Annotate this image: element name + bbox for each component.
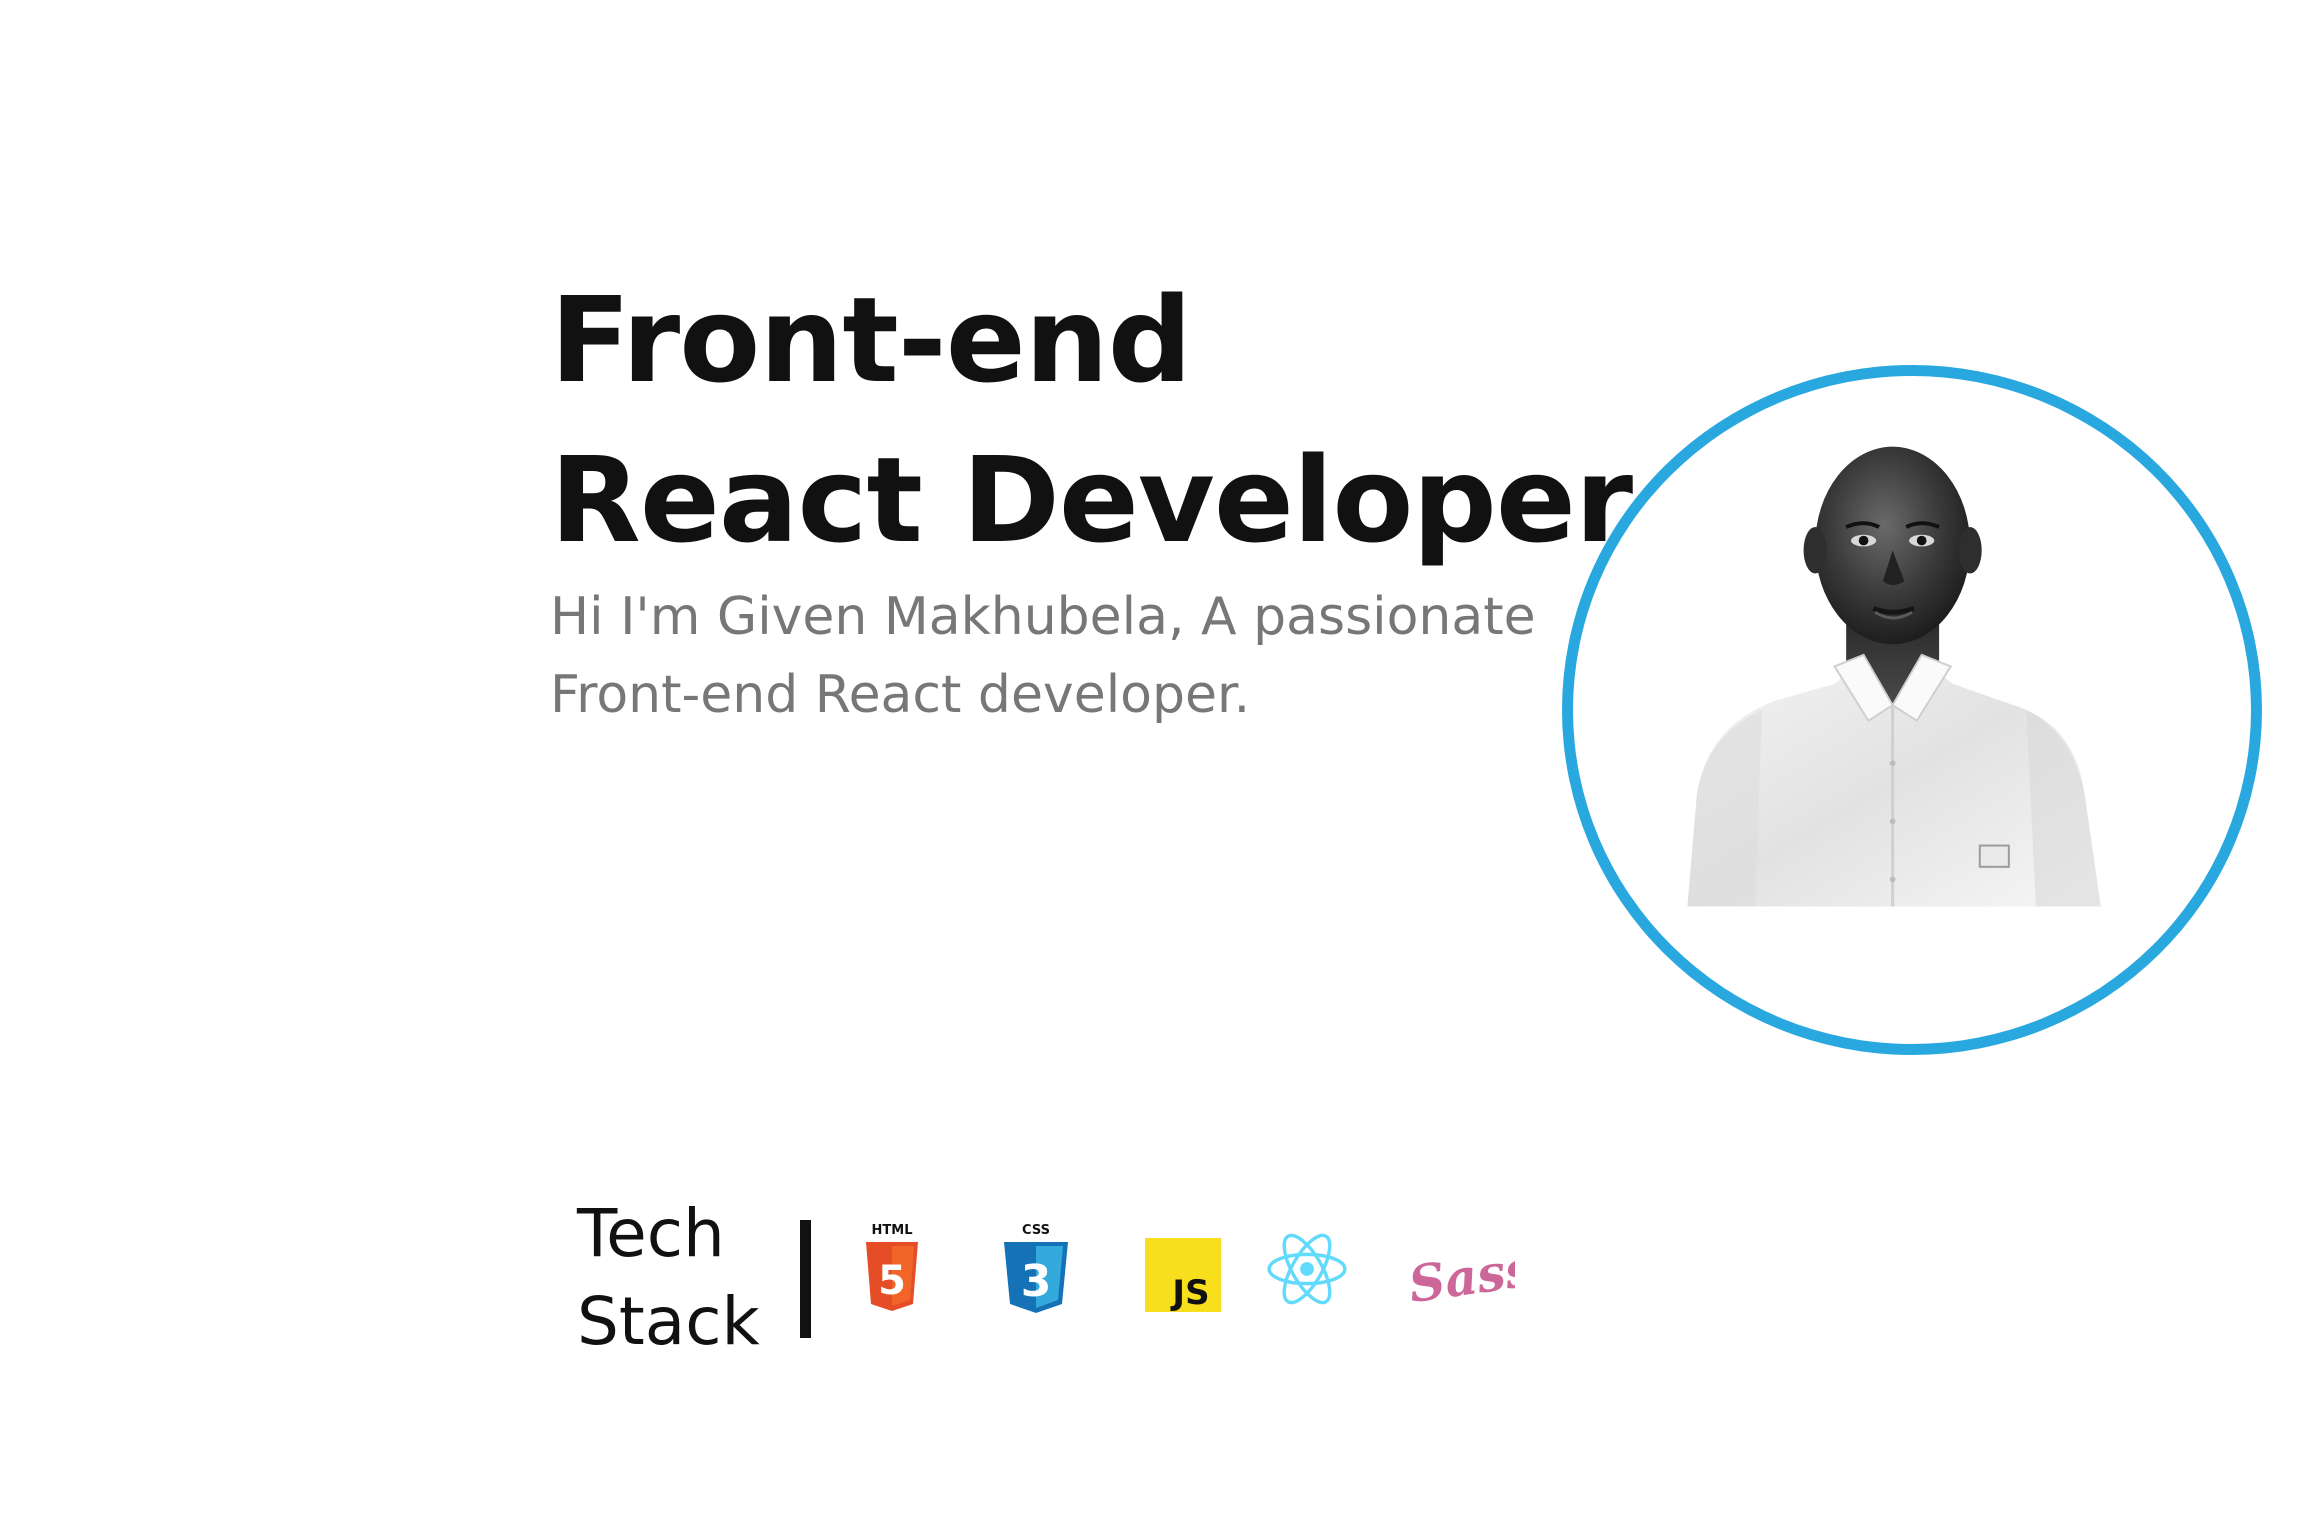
- sass-icon: Sass: [1405, 1238, 1515, 1314]
- page-title: Front-end React Developer: [550, 260, 1633, 580]
- css3-icon: CSS 3: [1004, 1223, 1068, 1313]
- profile-photo: [1687, 446, 2164, 909]
- tech-stack-label-line-2: Stack: [577, 1283, 760, 1360]
- html5-icon-glyph: 5: [878, 1258, 906, 1304]
- html5-icon-caption: HTML: [872, 1223, 913, 1238]
- hero-section: Front-end React Developer: [550, 260, 1633, 580]
- html5-icon: HTML 5: [866, 1223, 918, 1311]
- javascript-icon: JS: [1145, 1238, 1221, 1312]
- intro-line-2: Front-end React developer.: [550, 665, 1251, 725]
- sass-icon-glyph: Sass: [1405, 1238, 1515, 1314]
- css3-icon-caption: CSS: [1022, 1223, 1050, 1238]
- tech-stack-label: Tech Stack: [577, 1190, 760, 1366]
- tech-stack-label-line-1: Tech: [577, 1195, 725, 1272]
- css3-icon-glyph: 3: [1021, 1256, 1052, 1307]
- intro-text: Hi I'm Given Makhubela, A passionate Fro…: [550, 578, 1550, 734]
- tech-stack-divider: [800, 1220, 811, 1338]
- javascript-icon-glyph: JS: [1170, 1273, 1209, 1312]
- react-icon: [1267, 1233, 1347, 1305]
- avatar: [1562, 365, 2262, 1055]
- headline-line-1: Front-end: [550, 271, 1192, 409]
- headline-line-2: React Developer: [550, 431, 1633, 569]
- intro-line-1: Hi I'm Given Makhubela, A passionate: [550, 587, 1536, 647]
